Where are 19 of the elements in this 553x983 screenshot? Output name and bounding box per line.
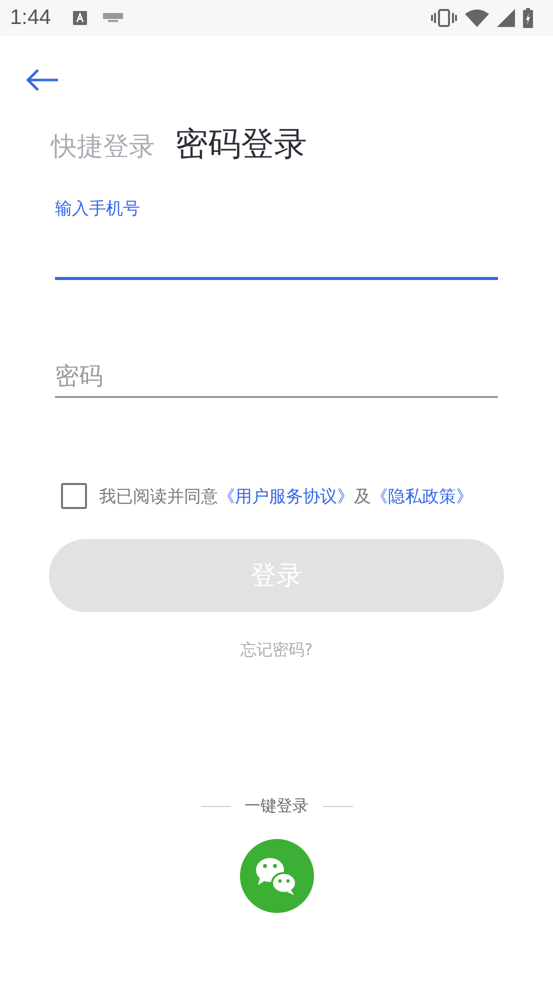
status-time: 1:44 <box>10 6 51 30</box>
login-tab[interactable]: 密码登录 <box>175 122 307 167</box>
keyboard-indicator-icon <box>72 11 87 25</box>
privacy-link[interactable]: 《隐私政策》 <box>371 484 473 508</box>
phone-field[interactable]: 输入手机号 <box>55 197 498 280</box>
signal-icon <box>497 9 515 27</box>
battery-icon <box>523 8 533 28</box>
chat-bubbles-button[interactable] <box>240 839 314 913</box>
one-tap-login-label: 一键登录 <box>244 796 308 817</box>
terms-link[interactable]: 《用户服务协议》 <box>218 484 354 508</box>
agreement-checkbox[interactable] <box>61 483 87 509</box>
wifi-icon <box>465 9 489 27</box>
agreement-text: 我已阅读并同意 <box>99 486 218 508</box>
phone-field-label: 输入手机号 <box>55 198 140 220</box>
agreement-conjunction: 及 <box>354 486 371 508</box>
back-arrow-icon[interactable] <box>25 68 59 92</box>
password-field[interactable]: 密码 <box>55 362 498 398</box>
vibrate-icon <box>431 9 457 27</box>
keyboard-icon <box>102 13 123 23</box>
